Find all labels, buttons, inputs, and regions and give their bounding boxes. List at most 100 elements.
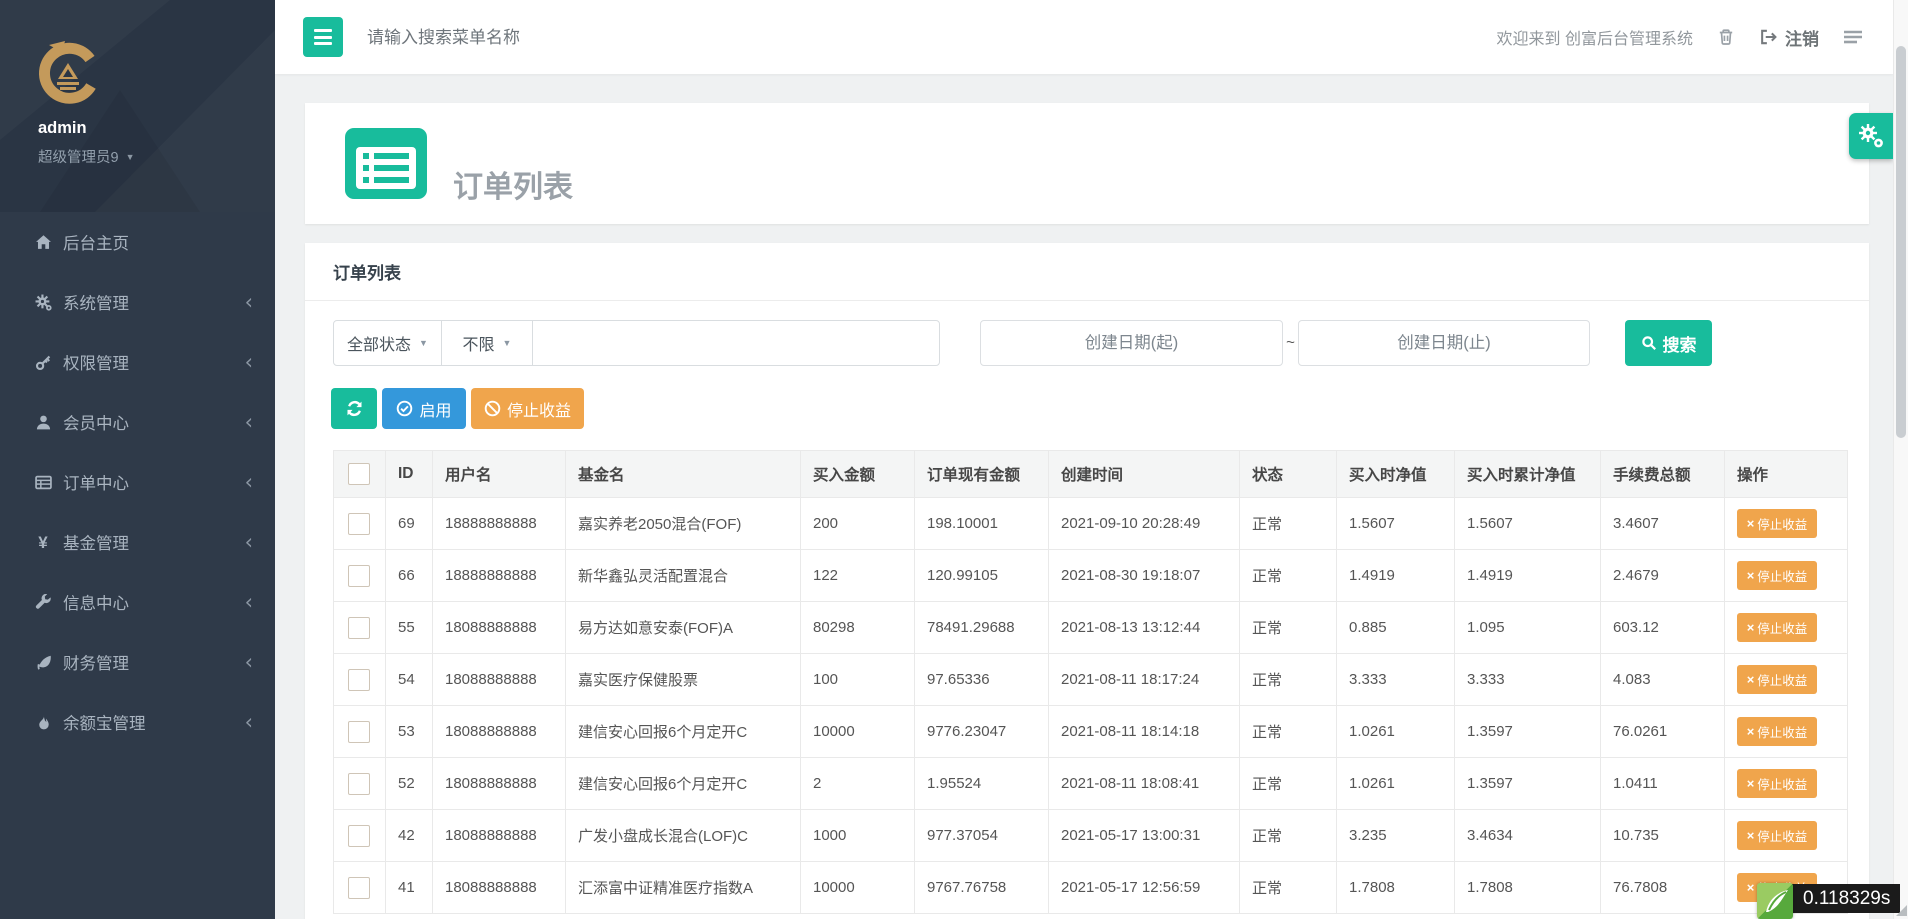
sidebar-item-3[interactable]: 权限管理 ‹ [0, 332, 275, 392]
row-checkbox[interactable] [348, 564, 370, 587]
refresh-icon [346, 400, 362, 417]
trace-time: 0.118329s [1803, 887, 1891, 909]
date-start-input[interactable] [980, 320, 1283, 366]
cell-status: 正常 [1239, 549, 1337, 602]
cell-current-amount: 198.10001 [914, 497, 1049, 550]
sidebar-item-4[interactable]: 会员中心 ‹ [0, 392, 275, 452]
keyword-input[interactable] [533, 321, 939, 365]
cell-fee: 3.4607 [1600, 497, 1725, 550]
sidebar-item-2[interactable]: 系统管理 ‹ [0, 272, 275, 332]
col-id: ID [385, 450, 433, 498]
x-icon: × [1746, 776, 1755, 791]
row-stop-profit-button[interactable]: × 停止收益 [1737, 509, 1817, 538]
stop-profit-button[interactable]: 停止收益 [471, 388, 584, 429]
sidebar-item-5[interactable]: 订单中心 ‹ [0, 452, 275, 512]
row-stop-profit-label: 停止收益 [1757, 570, 1808, 584]
cell-username: 18088888888 [432, 653, 566, 706]
sidebar-item-1[interactable]: 后台主页 [0, 212, 275, 272]
cell-status: 正常 [1239, 705, 1337, 758]
cell-id: 41 [385, 861, 433, 914]
table-row: 52 18088888888 建信安心回报6个月定开C 2 1.95524 20… [333, 757, 1848, 810]
logout-button[interactable]: 注销 [1759, 25, 1819, 50]
sidebar-item-9[interactable]: 余额宝管理 ‹ [0, 692, 275, 752]
cell-username: 18088888888 [432, 601, 566, 654]
user-role-dropdown[interactable]: 超级管理员9 ▼ [38, 146, 135, 167]
table-row: 69 18888888888 嘉实养老2050混合(FOF) 200 198.1… [333, 497, 1848, 550]
panel-title: 订单列表 [305, 243, 1869, 301]
cell-fund: 新华鑫弘灵活配置混合 [565, 549, 801, 602]
x-icon: × [1746, 672, 1755, 687]
sidebar-item-8[interactable]: 财务管理 ‹ [0, 632, 275, 692]
refresh-button[interactable] [331, 388, 377, 429]
row-checkbox[interactable] [348, 824, 370, 847]
table-row: 66 18888888888 新华鑫弘灵活配置混合 122 120.99105 … [333, 549, 1848, 602]
enable-label: 启用 [419, 402, 452, 420]
row-checkbox[interactable] [348, 720, 370, 743]
gears-icon [1859, 124, 1883, 148]
cell-id: 42 [385, 809, 433, 862]
bulk-actions: 启用 停止收益 [331, 388, 584, 429]
scrollbar-thumb[interactable] [1896, 46, 1906, 438]
cell-buy-amount: 100 [800, 653, 915, 706]
row-stop-profit-button[interactable]: × 停止收益 [1737, 561, 1817, 590]
sidebar-item-7[interactable]: 信息中心 ‹ [0, 572, 275, 632]
cell-acc-nav: 1.095 [1454, 601, 1601, 654]
col-username: 用户名 [432, 450, 566, 498]
row-stop-profit-button[interactable]: × 停止收益 [1737, 717, 1817, 746]
cell-buy-amount: 80298 [800, 601, 915, 654]
sidebar-item-6[interactable]: ¥ 基金管理 ‹ [0, 512, 275, 572]
trace-time-badge[interactable]: 0.118329s [1789, 884, 1901, 913]
row-stop-profit-button[interactable]: × 停止收益 [1737, 769, 1817, 798]
key-icon [32, 354, 54, 371]
row-checkbox[interactable] [348, 772, 370, 795]
cogs-icon [32, 294, 54, 311]
row-stop-profit-button[interactable]: × 停止收益 [1737, 613, 1817, 642]
row-stop-profit-label: 停止收益 [1757, 518, 1808, 532]
cell-acc-nav: 1.7808 [1454, 861, 1601, 914]
settings-gear-button[interactable] [1849, 113, 1893, 159]
sign-out-icon [1761, 29, 1777, 45]
col-buy-amount: 买入金额 [800, 450, 915, 498]
sidebar-toggle-button[interactable] [303, 17, 343, 57]
enable-button[interactable]: 启用 [382, 388, 466, 429]
cell-username: 18088888888 [432, 757, 566, 810]
cell-buy-amount: 10000 [800, 705, 915, 758]
cell-created: 2021-08-13 13:12:44 [1048, 601, 1240, 654]
menu-search-input[interactable] [365, 0, 799, 76]
bars-icon[interactable] [1843, 29, 1863, 45]
date-end-input[interactable] [1298, 320, 1590, 366]
user-role-label: 超级管理员9 [38, 150, 119, 166]
row-checkbox[interactable] [348, 512, 370, 535]
cell-current-amount: 97.65336 [914, 653, 1049, 706]
row-stop-profit-button[interactable]: × 停止收益 [1737, 821, 1817, 850]
cell-acc-nav: 3.4634 [1454, 809, 1601, 862]
status-select[interactable]: 全部状态 ▼ [334, 321, 442, 365]
col-status: 状态 [1239, 450, 1337, 498]
row-checkbox[interactable] [348, 668, 370, 691]
select-all-checkbox[interactable] [348, 463, 370, 485]
chevron-left-icon: ‹ [244, 649, 253, 674]
cell-nav: 1.0261 [1336, 757, 1455, 810]
orders-table: ID 用户名 基金名 买入金额 订单现有金额 创建时间 状态 买入时净值 买入时… [333, 450, 1848, 914]
row-checkbox[interactable] [348, 616, 370, 639]
table-row: 53 18088888888 建信安心回报6个月定开C 10000 9776.2… [333, 705, 1848, 758]
row-stop-profit-label: 停止收益 [1757, 622, 1808, 636]
cell-nav: 1.0261 [1336, 705, 1455, 758]
topbar-right: 欢迎来到 创富后台管理系统 注销 [1497, 0, 1863, 74]
cell-current-amount: 977.37054 [914, 809, 1049, 862]
cell-username: 18888888888 [432, 549, 566, 602]
col-acc-nav: 买入时累计净值 [1454, 450, 1601, 498]
sidebar-user-panel: admin 超级管理员9 ▼ [0, 0, 275, 212]
trash-icon[interactable] [1717, 28, 1735, 46]
cell-fund: 嘉实养老2050混合(FOF) [565, 497, 801, 550]
search-button[interactable]: 搜索 [1625, 320, 1712, 366]
row-checkbox[interactable] [348, 876, 370, 899]
trace-logo-icon[interactable] [1757, 883, 1793, 919]
row-stop-profit-button[interactable]: × 停止收益 [1737, 665, 1817, 694]
table-row: 54 18088888888 嘉实医疗保健股票 100 97.65336 202… [333, 653, 1848, 706]
range-select[interactable]: 不限 ▼ [442, 321, 533, 365]
chevron-left-icon: ‹ [244, 709, 253, 734]
cell-username: 18888888888 [432, 497, 566, 550]
cell-status: 正常 [1239, 601, 1337, 654]
user-icon [32, 414, 54, 431]
